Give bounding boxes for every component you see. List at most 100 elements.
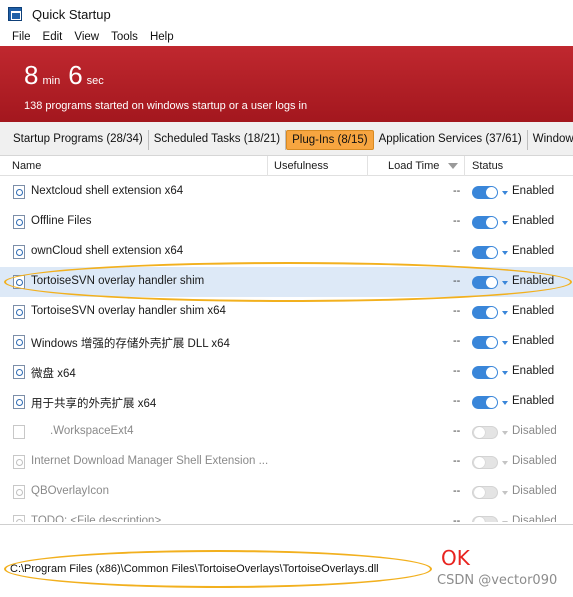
column-name[interactable]: Name <box>10 156 268 176</box>
status-toggle[interactable] <box>472 306 498 319</box>
plugin-file-icon <box>13 305 25 319</box>
list-item[interactable]: TortoiseSVN overlay handler shim -- Enable… <box>0 267 573 297</box>
plugin-name: Internet Download Manager Shell Extensio… <box>31 455 269 467</box>
tab-plug-ins[interactable]: Plug-Ins (8/15) <box>286 130 374 150</box>
status-toggle[interactable] <box>472 246 498 259</box>
plugin-status: Disabled <box>512 455 557 467</box>
toggle-knob <box>486 187 497 198</box>
plugin-status: Disabled <box>512 485 557 497</box>
chevron-down-icon[interactable] <box>502 521 508 522</box>
toggle-knob <box>474 517 485 522</box>
list-item[interactable]: TODO: <File description> -- Disabled <box>0 507 573 522</box>
list-item[interactable]: .WorkspaceExt4 -- Disabled <box>0 417 573 447</box>
menu-view[interactable]: View <box>68 31 105 43</box>
plugin-file-icon <box>13 515 25 522</box>
banner-subtitle: 138 programs started on windows startup … <box>24 100 308 112</box>
status-toggle[interactable] <box>472 276 498 289</box>
startup-duration: 8 min 6 sec <box>24 60 112 90</box>
toggle-knob <box>486 277 497 288</box>
sort-descending-icon <box>448 163 458 169</box>
status-toggle[interactable] <box>472 426 498 439</box>
plugin-load-time: -- <box>453 275 461 287</box>
list-item[interactable]: Internet Download Manager Shell Extensio… <box>0 447 573 477</box>
plugin-load-time: -- <box>453 455 461 467</box>
window-title: Quick Startup <box>32 6 111 22</box>
toggle-knob <box>474 457 485 468</box>
plugin-name: TortoiseSVN overlay handler shim x64 <box>31 305 226 317</box>
plugin-name: ownCloud shell extension x64 <box>31 245 184 257</box>
menu-bar: File Edit View Tools Help <box>0 28 573 46</box>
path-bar <box>0 524 573 554</box>
plugin-load-time: -- <box>453 305 461 317</box>
chevron-down-icon[interactable] <box>502 251 508 255</box>
list-header: Name Usefulness Load Time Status <box>0 156 573 176</box>
chevron-down-icon[interactable] <box>502 311 508 315</box>
plugin-load-time: -- <box>453 425 461 437</box>
status-toggle[interactable] <box>472 516 498 522</box>
toggle-knob <box>474 427 485 438</box>
chevron-down-icon[interactable] <box>502 191 508 195</box>
chevron-down-icon[interactable] <box>502 401 508 405</box>
toggle-knob <box>486 247 497 258</box>
plugin-file-icon <box>13 185 25 199</box>
status-toggle[interactable] <box>472 396 498 409</box>
status-toggle[interactable] <box>472 336 498 349</box>
list-item[interactable]: Windows 增强的存储外壳扩展 DLL x64 -- Enabled <box>0 327 573 357</box>
column-load-time[interactable]: Load Time <box>368 156 465 176</box>
plugin-name: 微盘 x64 <box>31 368 76 380</box>
plugin-name: TODO: <File description> <box>31 515 162 522</box>
plugin-name: Windows 增强的存储外壳扩展 DLL x64 <box>31 338 230 350</box>
plugin-status: Enabled <box>512 365 555 377</box>
plugin-file-icon <box>13 425 25 439</box>
chevron-down-icon[interactable] <box>502 491 508 495</box>
toggle-knob <box>486 367 497 378</box>
chevron-down-icon[interactable] <box>502 431 508 435</box>
plugin-name: TortoiseSVN overlay handler shim <box>31 275 205 287</box>
plugin-name: 用于共享的外壳扩展 x64 <box>31 398 157 410</box>
toggle-knob <box>486 337 497 348</box>
plugin-name: .WorkspaceExt4 <box>50 425 134 437</box>
list-item[interactable]: QBOverlayIcon -- Disabled <box>0 477 573 507</box>
plugin-load-time: -- <box>453 335 461 347</box>
chevron-down-icon[interactable] <box>502 221 508 225</box>
status-toggle[interactable] <box>472 486 498 499</box>
plugin-name: Nextcloud shell extension x64 <box>31 185 184 197</box>
plugin-status: Disabled <box>512 425 557 437</box>
status-toggle[interactable] <box>472 456 498 469</box>
menu-tools[interactable]: Tools <box>105 31 144 43</box>
plugin-status: Disabled <box>512 515 557 522</box>
tab-application-services[interactable]: Application Services (37/61) <box>374 130 528 150</box>
list-item[interactable]: ownCloud shell extension x64 -- Enabled <box>0 237 573 267</box>
menu-help[interactable]: Help <box>144 31 180 43</box>
chevron-down-icon[interactable] <box>502 461 508 465</box>
list-item[interactable]: TortoiseSVN overlay handler shim x64 -- En… <box>0 297 573 327</box>
plugin-file-icon <box>13 215 25 229</box>
list-item[interactable]: Offline Files -- Enabled <box>0 207 573 237</box>
plugin-load-time: -- <box>453 185 461 197</box>
plugin-status: Enabled <box>512 395 555 407</box>
plugin-name: QBOverlayIcon <box>31 485 109 497</box>
toggle-knob <box>486 307 497 318</box>
plugin-status: Enabled <box>512 245 555 257</box>
column-status[interactable]: Status <box>466 156 573 176</box>
list-item[interactable]: 用于共享的外壳扩展 x64 -- Enabled <box>0 387 573 417</box>
toggle-knob <box>486 397 497 408</box>
column-usefulness[interactable]: Usefulness <box>272 156 368 176</box>
list-item[interactable]: Nextcloud shell extension x64 -- Enabled <box>0 177 573 207</box>
menu-file[interactable]: File <box>0 31 37 43</box>
list-item[interactable]: 微盘 x64 -- Enabled <box>0 357 573 387</box>
plugin-status: Enabled <box>512 335 555 347</box>
tab-scheduled-tasks[interactable]: Scheduled Tasks (18/21) <box>149 130 287 150</box>
minutes-value: 8 <box>24 60 39 90</box>
tab-startup-programs[interactable]: Startup Programs (28/34) <box>8 130 149 150</box>
plugin-status: Enabled <box>512 215 555 227</box>
chevron-down-icon[interactable] <box>502 281 508 285</box>
chevron-down-icon[interactable] <box>502 371 508 375</box>
status-toggle[interactable] <box>472 366 498 379</box>
tab-windows-services[interactable]: Windows Servi <box>528 130 573 150</box>
status-toggle[interactable] <box>472 216 498 229</box>
menu-edit[interactable]: Edit <box>37 31 69 43</box>
title-bar: Quick Startup <box>0 0 573 28</box>
status-toggle[interactable] <box>472 186 498 199</box>
chevron-down-icon[interactable] <box>502 341 508 345</box>
